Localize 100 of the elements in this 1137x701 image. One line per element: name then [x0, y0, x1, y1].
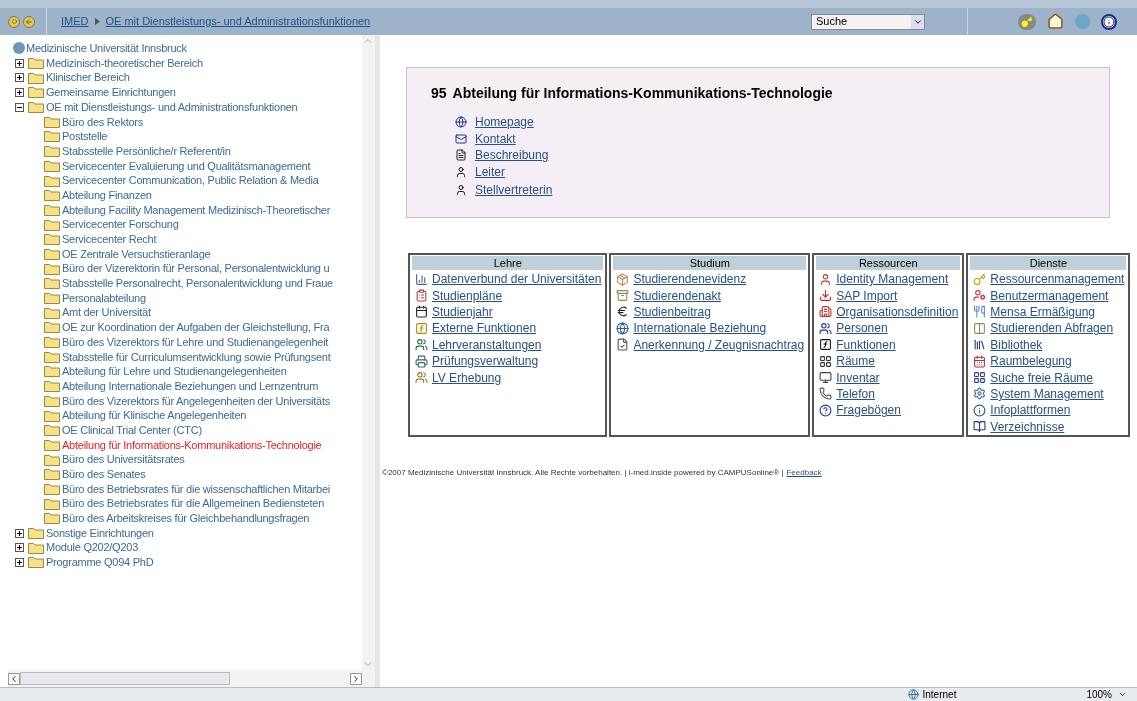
panel-link[interactable]: Studierendenakt: [633, 286, 721, 305]
tree-item[interactable]: Abteilung für Lehre und Studienangelegenheiten: [62, 363, 287, 380]
panel-link[interactable]: Verzeichnisse: [990, 417, 1065, 436]
panel-link[interactable]: System Management: [990, 384, 1104, 403]
panel-link[interactable]: Organisationsdefinition: [836, 303, 959, 321]
panel-link[interactable]: Studienjahr: [432, 303, 493, 321]
tree-item[interactable]: Medizinisch-theoretischer Bereich: [46, 54, 203, 72]
info-link[interactable]: Kontakt: [475, 129, 516, 148]
home-icon[interactable]: [1047, 13, 1064, 30]
info-link[interactable]: Leiter: [475, 162, 506, 181]
panel-link[interactable]: Ressourcenmanagement: [990, 270, 1125, 289]
panel-link[interactable]: Suche freie Räume: [990, 368, 1094, 387]
info-link[interactable]: Beschreibung: [475, 146, 549, 165]
tree-item[interactable]: Stabsstelle Persönliche/r Referent/in: [62, 142, 231, 160]
expand-icon[interactable]: [15, 528, 24, 538]
tree-item[interactable]: Module Q202/Q203: [46, 539, 138, 556]
tree-item[interactable]: Büro des Senates: [62, 466, 146, 483]
panel-link[interactable]: Funktionen: [836, 335, 896, 354]
panel-link[interactable]: Personen: [836, 319, 888, 338]
expand-icon[interactable]: [15, 557, 24, 567]
tree-item[interactable]: Büro des Rektors: [62, 113, 143, 131]
expand-icon[interactable]: [15, 73, 24, 83]
panel-link[interactable]: Internationale Beziehung: [633, 319, 767, 338]
scroll-right-icon[interactable]: [350, 672, 362, 685]
expand-icon[interactable]: [15, 543, 24, 553]
tree-item[interactable]: Servicecenter Communication, Public Relation & Media: [62, 172, 319, 189]
panel-link[interactable]: Benutzermanagement: [990, 286, 1109, 305]
panel-link[interactable]: Inventar: [836, 368, 880, 387]
tree-item[interactable]: Büro der Vizerektorin für Personal, Personalentwicklung u: [62, 260, 330, 277]
tree-item[interactable]: OE mit Dienstleistungs- und Administrationsfunktionen: [46, 98, 298, 116]
person-icon: [819, 272, 833, 286]
folder-icon: [28, 57, 44, 70]
tree-item[interactable]: Abteilung für Klinische Angelegenheiten: [62, 407, 247, 424]
key-icon[interactable]: [1018, 13, 1036, 30]
tree-item[interactable]: Servicecenter Forschung: [62, 216, 179, 233]
tree-item[interactable]: Büro des Universitätsrates: [62, 451, 185, 468]
tree-item[interactable]: Büro des Vizerektors für Angelegenheiten der Universitäts: [62, 392, 331, 410]
panel-link[interactable]: Anerkennung / Zeugnisnachtrag: [633, 335, 805, 354]
panel-link[interactable]: Lehrveranstaltungen: [432, 335, 542, 354]
tree-item[interactable]: Stabsstelle für Curriculumsentwicklung sowie Prüfungsent: [62, 348, 331, 366]
panel-link[interactable]: Datenverbund der Universitäten: [432, 270, 602, 289]
tree-item[interactable]: Personalabteilung: [62, 289, 146, 307]
panel-link[interactable]: Räume: [836, 352, 875, 371]
collapse-icon[interactable]: [15, 102, 24, 112]
panel-link[interactable]: Infoplattformen: [990, 401, 1071, 420]
printer-icon: [415, 354, 428, 368]
tree-item[interactable]: OE Clinical Trial Center (CTC): [62, 421, 202, 439]
tree-item[interactable]: Büro des Betriebsrates für die Allgemeinen Bediensteten: [62, 495, 325, 512]
expand-icon[interactable]: [15, 58, 24, 68]
info-icon[interactable]: [1101, 13, 1117, 30]
tree-item[interactable]: Klinischer Bereich: [46, 69, 130, 86]
folder-icon: [44, 512, 60, 525]
tree-item[interactable]: Büro des Arbeitskreises für Gleichbehandlungsfragen: [62, 510, 310, 527]
tree-item[interactable]: Büro des Vizerektors für Lehre und Studienangelegenheit: [62, 333, 329, 351]
caret-icon[interactable]: [1118, 690, 1127, 699]
info-link[interactable]: Homepage: [475, 113, 534, 132]
scroll-left-icon[interactable]: [8, 672, 20, 685]
zoom-level[interactable]: 100%: [1086, 687, 1112, 701]
euro-icon: [616, 305, 630, 319]
tree-item[interactable]: Medizinische Universität Innsbruck: [26, 40, 187, 57]
panel-link[interactable]: Externe Funktionen: [432, 319, 537, 338]
tree-item[interactable]: OE Zentrale Versuchstieranlage: [62, 245, 211, 263]
panel-link[interactable]: LV Erhebung: [432, 368, 502, 387]
folder-icon: [44, 453, 60, 466]
tree-item[interactable]: Abteilung für Informations-Kommunikations-Technologie: [62, 436, 322, 454]
panel-link[interactable]: Studierenden Abfragen: [990, 319, 1114, 338]
feedback-link[interactable]: Feedback: [786, 467, 822, 479]
panel-link[interactable]: Studierendenevidenz: [633, 270, 747, 289]
folder-icon: [44, 189, 60, 202]
breadcrumb-link[interactable]: IMED: [61, 13, 89, 30]
panel-link[interactable]: Telefon: [836, 384, 875, 403]
panel-link[interactable]: Studienpläne: [432, 286, 503, 305]
tree-item[interactable]: OE zur Koordination der Aufgaben der Gleichstellung, Fra: [62, 319, 330, 336]
panel-link[interactable]: Fragebögen: [836, 401, 901, 420]
panel-link[interactable]: Prüfungsverwaltung: [432, 352, 539, 371]
tree-item[interactable]: Stabsstelle Personalrecht, Personalentwicklung und Fraue: [62, 275, 333, 292]
info-link[interactable]: Stellvertreterin: [475, 181, 553, 200]
panel-link[interactable]: Mensa Ermäßigung: [990, 303, 1096, 321]
expand-icon[interactable]: [15, 87, 24, 97]
tree-item[interactable]: Sonstige Einrichtungen: [46, 524, 154, 542]
info-icon: [973, 403, 987, 417]
tree-item[interactable]: Poststelle: [62, 128, 108, 145]
search-select[interactable]: Suche: [811, 13, 925, 30]
tree-item[interactable]: Servicecenter Evaluierung und Qualitätsmanagement: [62, 157, 311, 175]
panel-link[interactable]: Raumbelegung: [990, 352, 1072, 371]
tree-item[interactable]: Programme Q094 PhD: [46, 554, 154, 571]
panel-link[interactable]: Studienbeitrag: [633, 303, 711, 321]
breadcrumb-link[interactable]: OE mit Dienstleistungs- und Administrationsfunktionen: [105, 13, 371, 30]
tree-item[interactable]: Gemeinsame Einrichtungen: [46, 84, 176, 101]
tree-item[interactable]: Büro des Betriebsrates für die wissenschaftlichen Mitarbei: [62, 480, 330, 498]
horizontal-scrollbar[interactable]: [8, 670, 375, 687]
panel-link[interactable]: SAP Import: [836, 286, 898, 305]
panel-link[interactable]: Bibliothek: [990, 335, 1043, 354]
tree-item[interactable]: Abteilung Finanzen: [62, 186, 152, 204]
tree-item[interactable]: Abteilung Facility Management Medizinisch-Theoretischer: [62, 201, 331, 219]
tree-item[interactable]: Amt der Universität: [62, 304, 151, 321]
panel-link[interactable]: Identity Management: [836, 270, 949, 289]
tree-item[interactable]: Servicecenter Recht: [62, 231, 157, 248]
scroll-thumb[interactable]: [20, 672, 230, 685]
tree-item[interactable]: Abteilung Internationale Beziehungen und Lernzentrum: [62, 377, 319, 395]
